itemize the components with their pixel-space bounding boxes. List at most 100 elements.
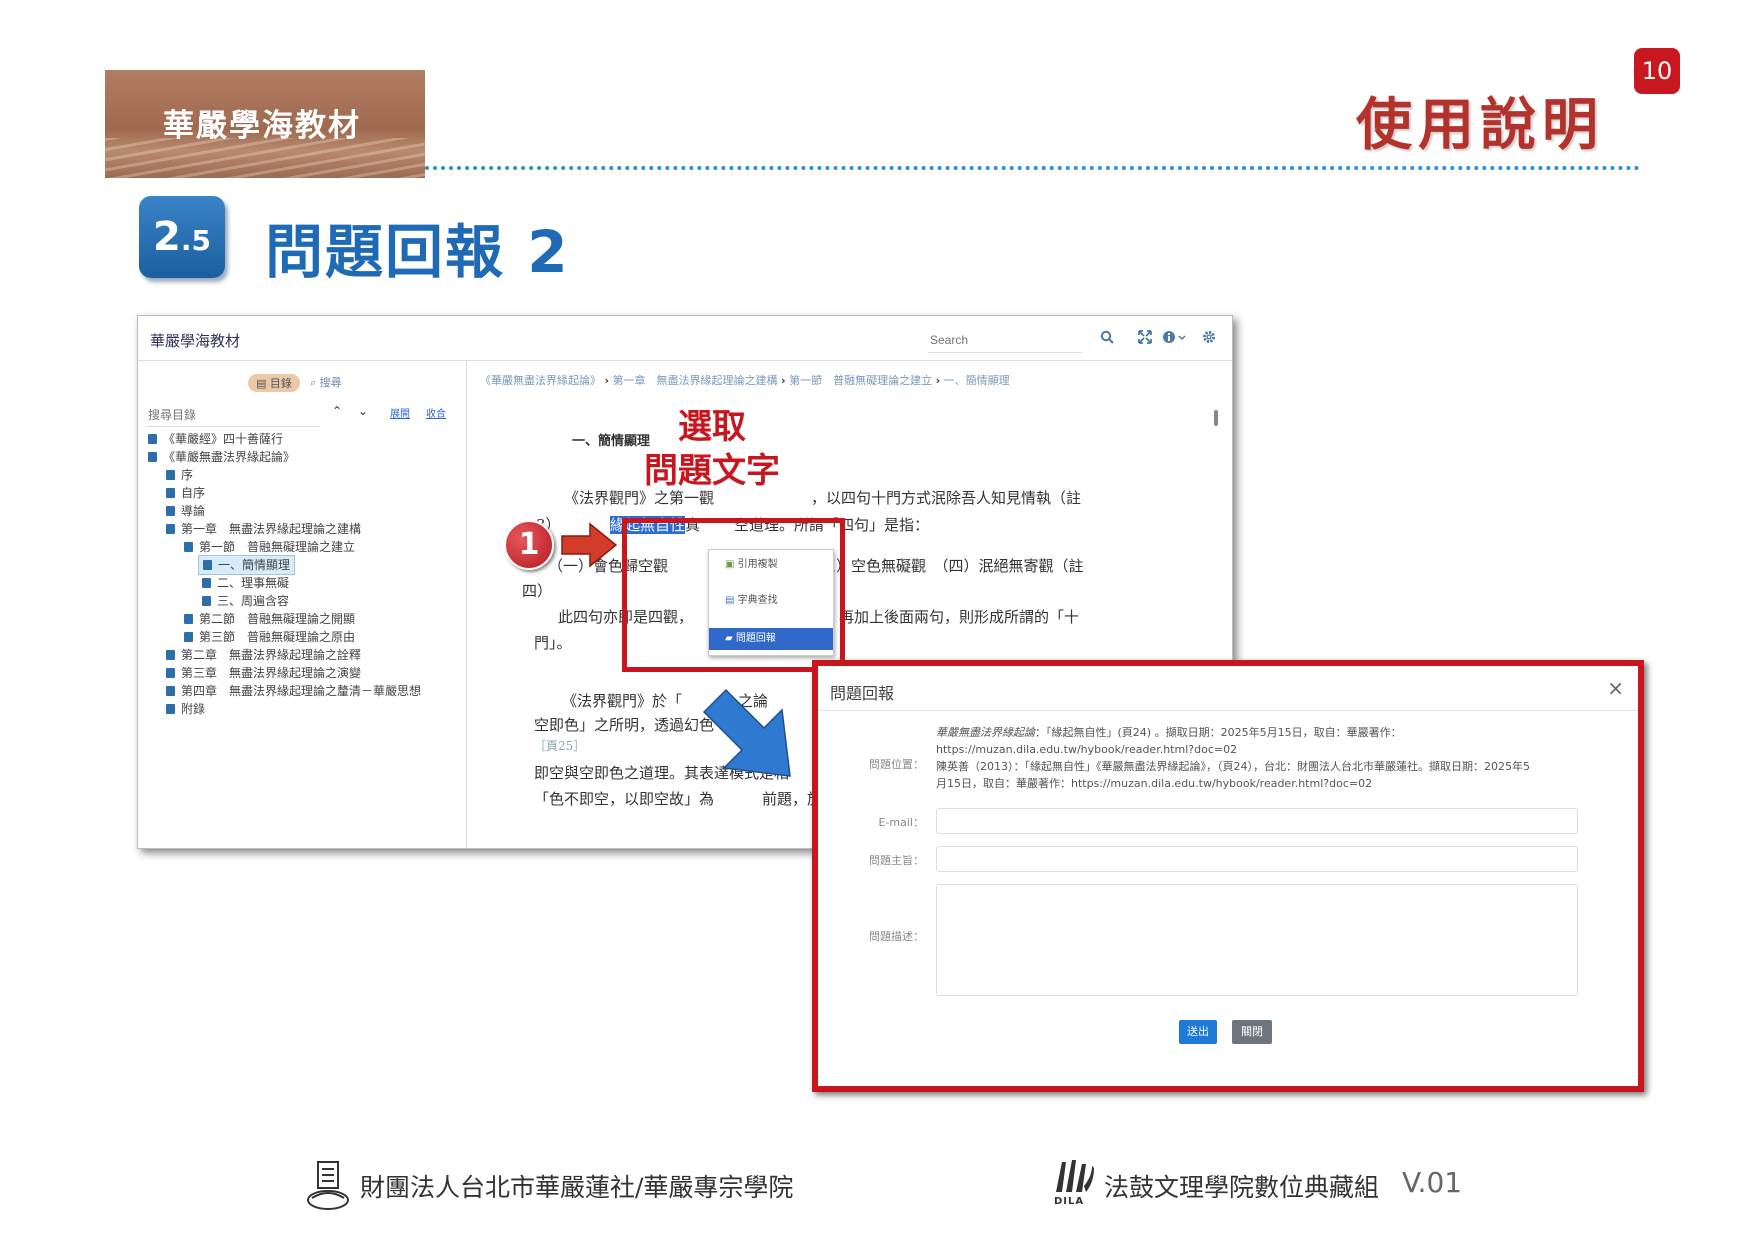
toc-item[interactable]: 《華嚴經》四十善薩行	[148, 430, 283, 448]
section-number-sub: .5	[180, 224, 211, 257]
book-icon	[166, 470, 175, 480]
app-title[interactable]: 華嚴學海教材	[150, 330, 240, 351]
book-icon	[148, 434, 157, 444]
reader-text: 四）	[522, 582, 553, 600]
page-number-badge: 10	[1634, 48, 1680, 94]
breadcrumb-item[interactable]: 第一章 無盡法界緣起理論之建構	[613, 374, 778, 387]
citation-text: https://muzan.dila.edu.tw/hybook/reader.…	[936, 743, 1238, 756]
description-field[interactable]	[936, 884, 1578, 996]
tab-toc-label: 目錄	[269, 377, 292, 390]
toc-panel: ▤ 目錄 ⌕ 搜尋 ⌃ ⌄ 展開 收合 《華嚴經》四十善薩行 《華嚴無盡法界緣起…	[138, 360, 467, 848]
email-field[interactable]	[936, 808, 1578, 834]
scrollbar-thumb[interactable]	[1214, 410, 1218, 426]
toc-item[interactable]: 《華嚴無盡法界緣起論》	[148, 448, 295, 466]
description-label: 問題描述：	[869, 930, 924, 943]
toc-item-selected[interactable]: 一、簡情顯理	[198, 555, 296, 575]
dialog-header: 問題回報 ×	[818, 666, 1638, 711]
toc-item[interactable]: 第一章 無盡法界緣起理論之建構	[166, 520, 361, 538]
tab-toc[interactable]: ▤ 目錄	[248, 374, 300, 392]
book-icon	[166, 704, 175, 714]
toc-item-label: 三、周遍含容	[217, 594, 290, 608]
dila-wordmark: DILA	[1054, 1196, 1085, 1207]
toc-item[interactable]: 二、理事無礙	[202, 574, 289, 592]
step-1-marker: 1	[504, 520, 554, 570]
toc-item-label: 《華嚴經》四十善薩行	[163, 432, 284, 446]
search-icon[interactable]	[1100, 330, 1114, 348]
book-icon	[184, 542, 193, 552]
toc-item-label: 自序	[181, 486, 206, 500]
toc-item[interactable]: 自序	[166, 484, 205, 502]
arrow-down-right-icon	[702, 688, 791, 777]
gear-icon[interactable]	[1202, 330, 1216, 348]
toc-item[interactable]: 序	[166, 466, 193, 484]
breadcrumb-item[interactable]: 《華嚴無盡法界緣起論》	[480, 374, 601, 387]
toc-item-label: 第二節 普融無礙理論之開顯	[199, 612, 356, 626]
brand-banner: 華嚴學海教材	[105, 70, 425, 178]
close-button[interactable]: 關閉	[1232, 1020, 1272, 1044]
book-icon	[166, 506, 175, 516]
toc-item[interactable]: 附錄	[166, 700, 205, 718]
toc-item[interactable]: 第二節 普融無礙理論之開顯	[184, 610, 355, 628]
book-icon	[202, 596, 211, 606]
toc-item[interactable]: 第四章 無盡法界緣起理論之釐清－華嚴思想	[166, 682, 454, 700]
toc-item-label: 第三節 普融無礙理論之原由	[199, 630, 356, 644]
subject-field[interactable]	[936, 846, 1578, 872]
book-icon	[148, 452, 157, 462]
toc-item-label: 附錄	[181, 702, 206, 716]
toc-item-label: 第一章 無盡法界緣起理論之建構	[181, 522, 362, 536]
tab-search-label: 搜尋	[319, 376, 342, 389]
reader-text: ，以四句十門方式泯除吾人知見情執（註	[811, 489, 1082, 507]
page-title: 使用說明	[1356, 92, 1604, 158]
annotation-line: 選取	[678, 407, 746, 447]
toc-item-label: 第二章 無盡法界緣起理論之詮釋	[181, 648, 362, 662]
annotation-select-text: 選取 問題文字	[644, 405, 780, 493]
close-icon[interactable]: ×	[1607, 676, 1624, 700]
book-icon	[166, 524, 175, 534]
chevron-down-icon[interactable]: ⌄	[358, 404, 368, 418]
breadcrumb-item[interactable]: 一、簡情顯理	[944, 374, 1010, 387]
dila-logo-icon	[1056, 1160, 1094, 1192]
toc-collapse-link[interactable]: 收合	[426, 405, 446, 420]
header-divider	[425, 166, 1640, 170]
chevron-up-icon[interactable]: ⌃	[332, 404, 342, 418]
app-header: 華嚴學海教材	[138, 316, 1232, 361]
toc-item-label: 第一節 普融無礙理論之建立	[199, 540, 356, 554]
toc-expand-link[interactable]: 展開	[390, 405, 410, 420]
toc-item[interactable]: 第二章 無盡法界緣起理論之詮釋	[166, 646, 361, 664]
toc-item[interactable]: 三、周遍含容	[202, 592, 289, 610]
info-icon[interactable]	[1162, 330, 1186, 348]
tab-search[interactable]: ⌕ 搜尋	[310, 374, 342, 390]
location-value: 華嚴無盡法界緣起論：「緣起無自性」(頁24) 。擷取日期：2025年5月15日，…	[936, 724, 1576, 792]
reader-text: 《法界觀門》於「	[562, 692, 683, 710]
book-icon	[166, 686, 175, 696]
send-button[interactable]: 送出	[1179, 1020, 1217, 1044]
breadcrumb-item[interactable]: 第一節 普融無礙理論之建立	[789, 374, 932, 387]
toc-item-label: 第四章 無盡法界緣起理論之釐清－華嚴思想	[181, 684, 422, 698]
toc-item[interactable]: 第三節 普融無礙理論之原由	[184, 628, 355, 646]
reader-text: 「色不即空，以即空故」為	[534, 790, 715, 808]
issue-report-dialog: 問題回報 × 問題位置： 華嚴無盡法界緣起論：「緣起無自性」(頁24) 。擷取日…	[812, 660, 1644, 1092]
search-input[interactable]	[928, 328, 1082, 353]
location-label: 問題位置：	[869, 758, 924, 771]
huayen-logo-icon	[307, 1161, 349, 1210]
highlight-frame	[622, 518, 845, 672]
toc-item-label: 《華嚴無盡法界緣起論》	[163, 450, 296, 464]
reader-text: （三）空色無礙觀 （四）泯絕無寄觀（註	[806, 557, 1084, 575]
brand-title: 華嚴學海教材	[163, 108, 361, 144]
toc-item[interactable]: 導論	[166, 502, 205, 520]
book-title: 華嚴無盡法界緣起論	[936, 726, 1035, 739]
reader-text: 空即色」之所明，透過幻色	[534, 716, 715, 734]
toc-item[interactable]: 第三章 無盡法界緣起理論之演變	[166, 664, 361, 682]
fullscreen-icon[interactable]	[1138, 330, 1152, 348]
citation-text: ：「緣起無自性」(頁24) 。擷取日期：2025年5月15日，取自：華嚴著作：	[1035, 726, 1402, 739]
toc-item-label: 導論	[181, 504, 206, 518]
toc-search-input[interactable]	[146, 404, 320, 427]
toc-item-label: 序	[181, 468, 194, 482]
footer-organization: 財團法人台北市華嚴蓮社/華嚴專宗學院	[360, 1173, 794, 1202]
toc-item[interactable]: 第一節 普融無礙理論之建立	[184, 538, 355, 556]
book-icon	[203, 560, 212, 570]
citation-text: 陳英善（2013）：「緣起無自性」《華嚴無盡法界緣起論》，（頁24），台北：財團…	[936, 760, 1530, 773]
section-title: 問題回報 2	[265, 218, 570, 286]
version-label: V.01	[1402, 1166, 1463, 1199]
toc-item-label: 第三章 無盡法界緣起理論之演變	[181, 666, 362, 680]
